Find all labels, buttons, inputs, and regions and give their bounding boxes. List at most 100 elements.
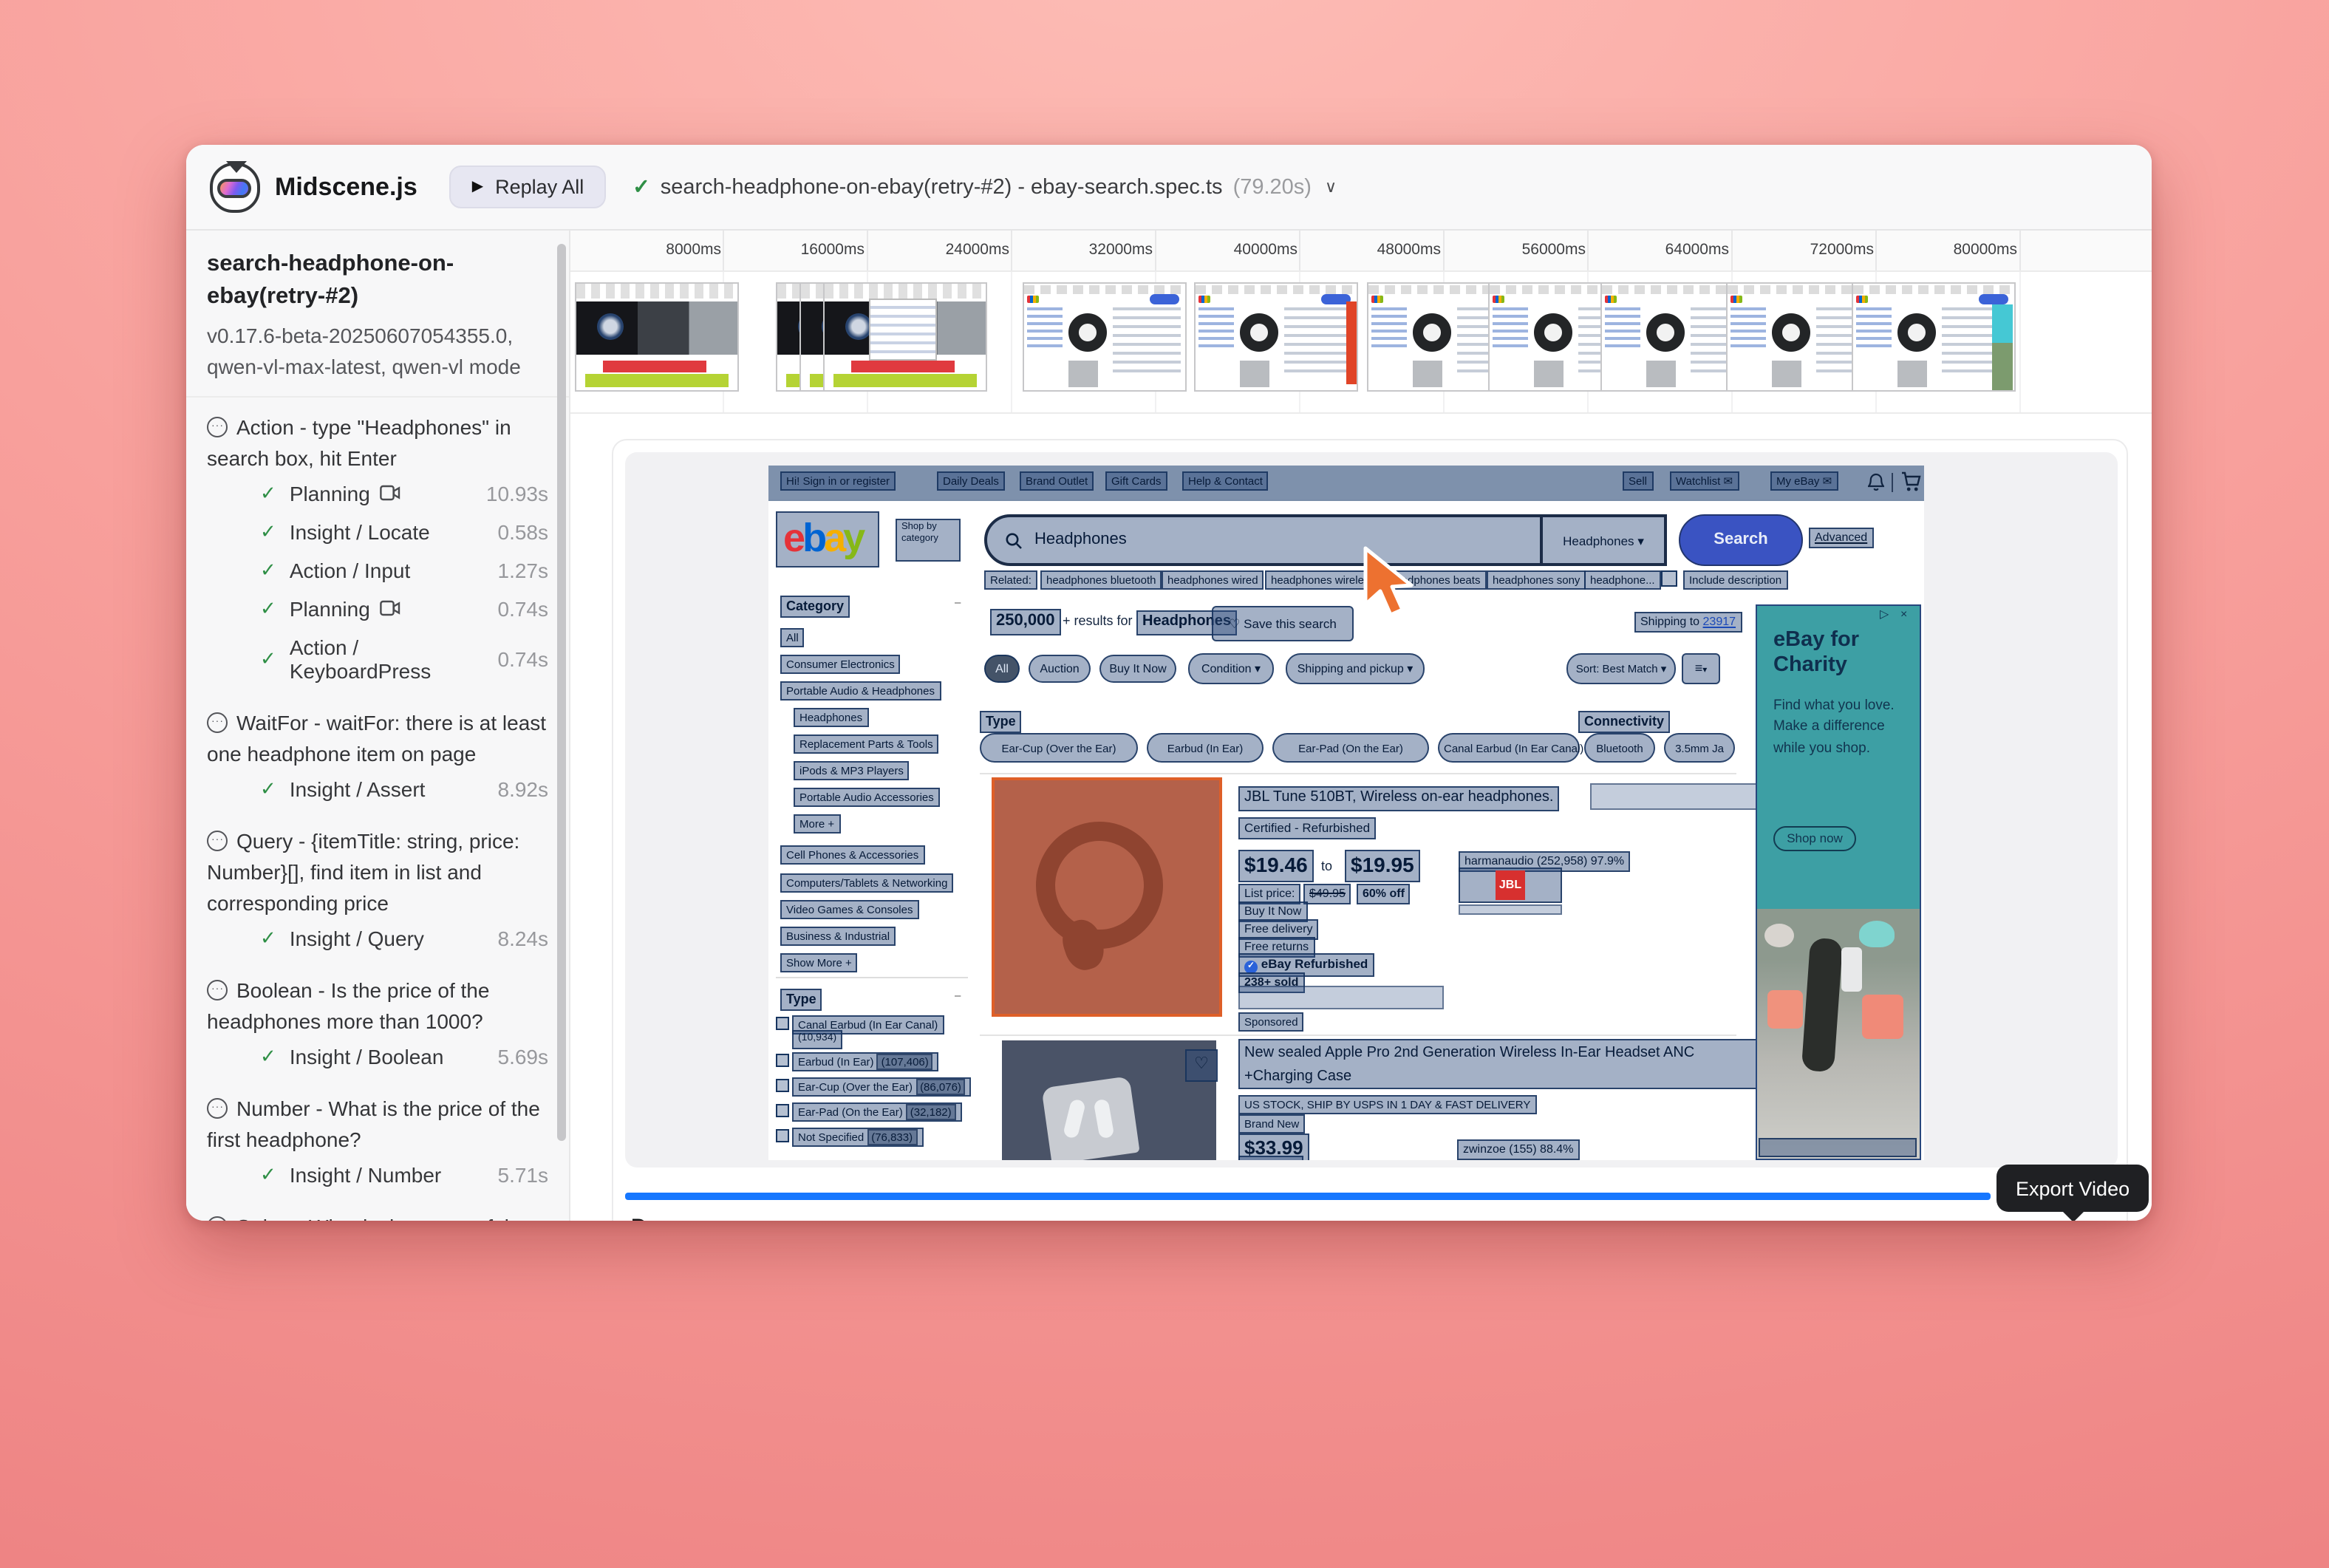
ebay-sell-link: Sell bbox=[1623, 471, 1653, 491]
shipping-pickup-dropdown: Shipping and pickup ▾ bbox=[1286, 653, 1425, 684]
step-group-title[interactable]: ···WaitFor - waitFor: there is at least … bbox=[207, 708, 551, 770]
category-item: Business & Industrial bbox=[780, 927, 896, 947]
shop-by-category-dropdown: Shop by category bbox=[896, 519, 961, 562]
midscene-logo-icon bbox=[210, 162, 260, 212]
timeline-tick: 72000ms bbox=[1773, 241, 1874, 259]
results-divider bbox=[980, 1034, 1736, 1036]
report-header: Midscene.js ▶ Replay All ✓ search-headph… bbox=[186, 145, 2152, 231]
step-group-title[interactable]: ···Boolean - Is the price of the headpho… bbox=[207, 975, 551, 1037]
timeline-tick: 8000ms bbox=[621, 241, 721, 259]
charity-ad-border bbox=[1756, 604, 1921, 1160]
step-group-title[interactable]: ···Number - What is the price of the fir… bbox=[207, 1094, 551, 1156]
results-count-suffix: + results for bbox=[1063, 613, 1133, 628]
product1-list-price: $49.95 bbox=[1303, 884, 1351, 904]
chevron-down-icon: ▾ bbox=[1637, 534, 1644, 548]
type-checkbox bbox=[776, 1104, 789, 1117]
mouse-cursor-icon bbox=[1360, 545, 1419, 622]
product2-buy-it-now: Buy It Now bbox=[1238, 1156, 1304, 1160]
timeline-thumbnail[interactable] bbox=[823, 282, 987, 392]
type-filter-count: (10,934) bbox=[792, 1030, 842, 1049]
step-row[interactable]: ✓Insight / Locate0.58s bbox=[207, 513, 551, 551]
ebay-screenshot[interactable]: Hi! Sign in or register Daily Deals Bran… bbox=[768, 466, 1924, 1160]
timeline-ruler: 8000ms 16000ms 24000ms 32000ms 40000ms 4… bbox=[570, 231, 2152, 272]
step-group: ···String - What is the name of the firs… bbox=[207, 1212, 551, 1221]
step-group-title[interactable]: ···Action - type "Headphones" in search … bbox=[207, 412, 551, 474]
step-row[interactable]: ✓Planning10.93s bbox=[207, 474, 551, 513]
connectivity-label: Connectivity bbox=[1578, 711, 1670, 734]
step-row[interactable]: ✓Insight / Assert8.92s bbox=[207, 770, 551, 808]
heart-icon: ♡ bbox=[1229, 616, 1240, 631]
envelope-icon: ✉ bbox=[1823, 474, 1832, 488]
category-item: Headphones bbox=[794, 708, 868, 728]
check-icon: ✓ bbox=[260, 597, 276, 621]
category-item: All bbox=[780, 628, 805, 648]
category-item: Computers/Tablets & Networking bbox=[780, 873, 953, 893]
sidebar-scrollbar[interactable] bbox=[557, 244, 566, 1141]
ebay-logo: ebay bbox=[776, 511, 879, 567]
product2-watch-heart: ♡ bbox=[1185, 1049, 1218, 1082]
timeline-thumbnail[interactable] bbox=[1023, 282, 1187, 392]
list-icon: ≡ bbox=[1695, 661, 1703, 675]
ebay-myebay-link: My eBay ✉ bbox=[1770, 471, 1838, 491]
type-checkbox bbox=[776, 1054, 789, 1067]
filter-pill-auction: Auction bbox=[1029, 655, 1091, 683]
type-filter-item: Ear-Pad (On the Ear)(32,182) bbox=[792, 1102, 962, 1122]
ebay-brand-outlet-link: Brand Outlet bbox=[1020, 471, 1094, 491]
product1-price-to: $19.95 bbox=[1345, 850, 1420, 882]
product1-brand-logo-box: JBL bbox=[1459, 867, 1562, 903]
search-query-text: Headphones bbox=[1034, 531, 1127, 551]
passed-check-icon: ✓ bbox=[632, 174, 649, 200]
desktop-background: Midscene.js ▶ Replay All ✓ search-headph… bbox=[0, 0, 2329, 1568]
category-item: Cell Phones & Accessories bbox=[780, 845, 924, 865]
product1-image-highlighted bbox=[992, 777, 1222, 1017]
timeline-thumbnail[interactable] bbox=[1194, 282, 1358, 392]
timeline-thumbnail[interactable] bbox=[575, 282, 739, 392]
filter-pill-buy-it-now: Buy It Now bbox=[1099, 655, 1176, 683]
step-row[interactable]: ✓Insight / Boolean5.69s bbox=[207, 1037, 551, 1076]
type-chip: Canal Earbud (In Ear Canal) bbox=[1438, 733, 1580, 763]
step-group: ···Action - type "Headphones" in search … bbox=[207, 412, 551, 690]
timeline-tick: 16000ms bbox=[764, 241, 865, 259]
spec-title: search-headphone-on-ebay(retry-#2) - eba… bbox=[661, 175, 1223, 199]
product1-brand-strip bbox=[1459, 904, 1562, 915]
step-group: ···WaitFor - waitFor: there is at least … bbox=[207, 708, 551, 808]
ebay-search-input: Headphones bbox=[984, 514, 1543, 566]
sidebar-divider bbox=[776, 977, 968, 978]
step-group-title[interactable]: ···String - What is the name of the firs… bbox=[207, 1212, 551, 1221]
step-row[interactable]: ✓Action / Input1.27s bbox=[207, 551, 551, 590]
sort-dropdown: Sort: Best Match ▾ bbox=[1566, 653, 1676, 684]
chevron-down-icon: ▾ bbox=[1661, 662, 1667, 675]
step-group-title[interactable]: ···Query - {itemTitle: string, price: Nu… bbox=[207, 826, 551, 919]
step-row[interactable]: ✓Action / KeyboardPress0.74s bbox=[207, 628, 551, 690]
type-chip: Earbud (In Ear) bbox=[1147, 733, 1264, 763]
shipping-to: Shipping to 23917 bbox=[1634, 612, 1742, 633]
spec-selector[interactable]: ✓ search-headphone-on-ebay(retry-#2) - e… bbox=[632, 174, 1337, 200]
step-row[interactable]: ✓Insight / Number5.71s bbox=[207, 1156, 551, 1194]
test-info-block: search-headphone-on-ebay(retry-#2) v0.17… bbox=[186, 231, 569, 398]
type-checkbox bbox=[776, 1079, 789, 1092]
test-meta: v0.17.6-beta-20250607054355.0, qwen-vl-m… bbox=[207, 321, 545, 381]
replay-all-label: Replay All bbox=[495, 176, 584, 198]
step-row[interactable]: ✓Planning0.74s bbox=[207, 590, 551, 628]
jbl-logo: JBL bbox=[1496, 870, 1525, 900]
timeline-tick: 48000ms bbox=[1340, 241, 1441, 259]
step-row[interactable]: ✓Insight / Query8.24s bbox=[207, 919, 551, 958]
replay-all-button[interactable]: ▶ Replay All bbox=[450, 166, 607, 208]
check-icon: ✓ bbox=[260, 1045, 276, 1068]
product1-discount: 60% off bbox=[1357, 884, 1411, 904]
product2-seller: zwinzoe (155) 88.4% bbox=[1457, 1139, 1579, 1160]
connectivity-chip: 3.5mm Ja bbox=[1664, 733, 1735, 763]
related-chip: headphone... bbox=[1584, 570, 1661, 590]
ebay-watchlist-link: Watchlist ✉ bbox=[1670, 471, 1739, 491]
timeline-thumbnail[interactable] bbox=[1852, 282, 2016, 392]
replay-progress-bar[interactable] bbox=[625, 1193, 1991, 1200]
related-chip: headphones bluetooth bbox=[1040, 570, 1162, 590]
chat-bubble-icon: ··· bbox=[207, 831, 228, 851]
product1-extra-box bbox=[1238, 986, 1444, 1009]
timeline-tick: 80000ms bbox=[1917, 241, 2017, 259]
cart-icon bbox=[1900, 471, 1921, 494]
steps-list: ···Action - type "Headphones" in search … bbox=[186, 398, 569, 1221]
topbar-divider bbox=[1892, 473, 1893, 492]
camera-icon bbox=[381, 601, 401, 617]
type-filter-item: Ear-Cup (Over the Ear)(86,076) bbox=[792, 1077, 972, 1097]
